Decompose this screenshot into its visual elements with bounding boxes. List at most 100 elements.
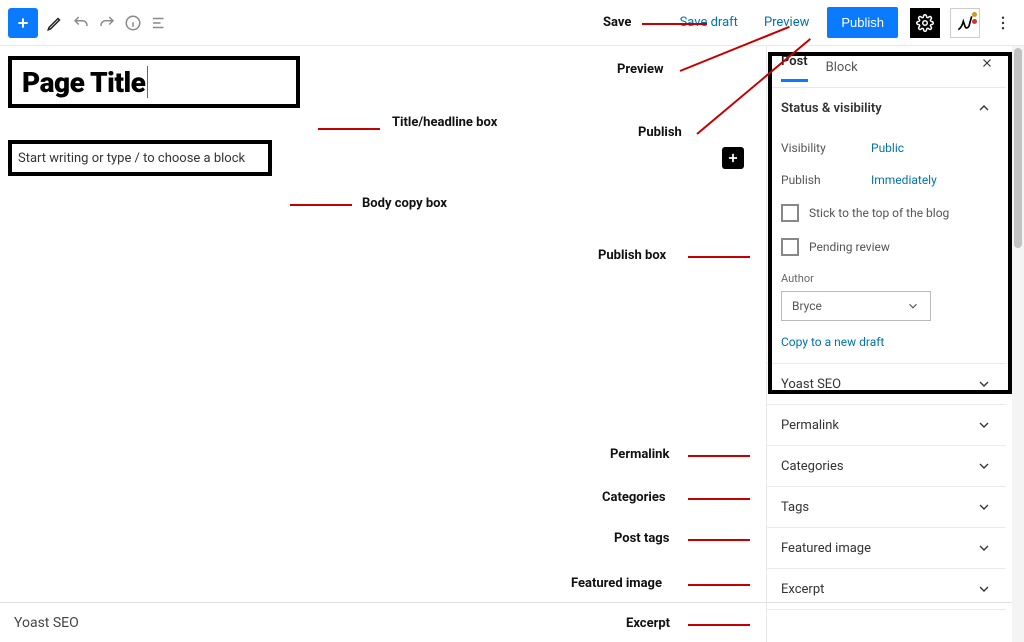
close-icon: [980, 56, 994, 70]
panel-featured-image: Featured image: [767, 528, 1006, 569]
panel-head-yoast[interactable]: Yoast SEO: [767, 364, 1006, 404]
tab-post[interactable]: Post: [781, 52, 808, 82]
annotation-preview: Preview: [617, 62, 664, 77]
panel-title: Categories: [781, 459, 844, 474]
tab-block[interactable]: Block: [826, 58, 858, 75]
insert-block-inline-button[interactable]: [722, 147, 744, 169]
sticky-checkbox[interactable]: [781, 204, 799, 222]
panel-title: Status & visibility: [781, 101, 882, 116]
copy-new-draft-link[interactable]: Copy to a new draft: [781, 335, 884, 349]
chevron-down-icon: [976, 540, 992, 556]
panel-head-categories[interactable]: Categories: [767, 446, 1006, 486]
annotation-line: [688, 455, 750, 457]
pending-checkbox[interactable]: [781, 238, 799, 256]
body-copy-input[interactable]: Start writing or type / to choose a bloc…: [8, 140, 272, 176]
info-button[interactable]: [124, 14, 142, 32]
author-label: Author: [781, 272, 992, 285]
scrollbar-thumb[interactable]: [1014, 48, 1022, 248]
settings-sidebar: Post Block Status & visibility Visibilit…: [766, 46, 1006, 642]
chevron-down-icon: [906, 299, 920, 313]
undo-icon: [72, 14, 90, 32]
info-icon: [124, 14, 142, 32]
sidebar-tabs: Post Block: [767, 46, 1006, 88]
publish-value[interactable]: Immediately: [871, 173, 937, 187]
author-select[interactable]: Bryce: [781, 291, 931, 321]
row-visibility: Visibility Public: [781, 132, 992, 164]
annotation-publish: Publish: [638, 125, 682, 140]
annotation-line: [688, 256, 750, 258]
body-placeholder-text: Start writing or type / to choose a bloc…: [18, 151, 245, 166]
edit-mode-button[interactable]: [46, 14, 64, 32]
undo-button[interactable]: [72, 14, 90, 32]
yoast-button[interactable]: [950, 8, 980, 38]
more-menu-button[interactable]: [990, 10, 1016, 36]
panel-status-visibility: Status & visibility Visibility Public Pu…: [767, 88, 1006, 364]
visibility-value[interactable]: Public: [871, 141, 904, 155]
row-publish: Publish Immediately: [781, 164, 992, 196]
panel-title: Featured image: [781, 541, 871, 556]
plus-icon: [15, 15, 31, 31]
annotation-categories: Categories: [602, 490, 666, 505]
toolbar-left: [8, 8, 168, 38]
panel-title: Yoast SEO: [781, 377, 841, 392]
redo-button[interactable]: [98, 14, 116, 32]
ellipsis-vertical-icon: [994, 14, 1012, 32]
panel-title: Permalink: [781, 418, 839, 433]
chevron-down-icon: [976, 581, 992, 597]
bottom-status-bar: Yoast SEO: [0, 602, 1012, 642]
author-value: Bryce: [792, 299, 822, 313]
panel-head-featured[interactable]: Featured image: [767, 528, 1006, 568]
scrollbar-track[interactable]: [1012, 46, 1024, 642]
chevron-up-icon: [976, 100, 992, 116]
annotation-save: Save: [603, 15, 631, 30]
list-icon: [150, 14, 168, 32]
toolbar-right: Save draft Preview Publish: [672, 7, 1016, 38]
chevron-down-icon: [976, 458, 992, 474]
panel-title: Tags: [781, 500, 809, 515]
yoast-indicator-icon: [972, 12, 977, 24]
annotation-line: [318, 128, 380, 130]
annotation-permalink: Permalink: [610, 447, 669, 462]
pending-label: Pending review: [809, 240, 890, 254]
publish-label: Publish: [781, 173, 871, 187]
chevron-down-icon: [976, 417, 992, 433]
gear-icon: [916, 14, 934, 32]
text-caret: [147, 66, 148, 98]
panel-yoast: Yoast SEO: [767, 364, 1006, 405]
pencil-icon: [46, 14, 64, 32]
annotation-body-box: Body copy box: [362, 196, 447, 211]
settings-button[interactable]: [910, 8, 940, 38]
panel-head-permalink[interactable]: Permalink: [767, 405, 1006, 445]
annotation-excerpt: Excerpt: [626, 616, 670, 631]
visibility-label: Visibility: [781, 141, 871, 155]
panel-tags: Tags: [767, 487, 1006, 528]
top-toolbar: Save draft Preview Publish: [0, 0, 1024, 46]
annotation-publish-box: Publish box: [598, 248, 666, 263]
panel-head-status[interactable]: Status & visibility: [767, 88, 1006, 128]
panel-permalink: Permalink: [767, 405, 1006, 446]
annotation-title-box: Title/headline box: [392, 115, 512, 132]
plus-icon: [726, 151, 740, 165]
sticky-label: Stick to the top of the blog: [809, 206, 949, 220]
panel-title: Excerpt: [781, 582, 824, 597]
outline-button[interactable]: [150, 14, 168, 32]
annotation-tags: Post tags: [614, 531, 669, 546]
panel-head-tags[interactable]: Tags: [767, 487, 1006, 527]
status-bar-label: Yoast SEO: [14, 615, 79, 631]
close-sidebar-button[interactable]: [980, 56, 994, 70]
preview-button[interactable]: Preview: [756, 9, 817, 36]
add-block-button[interactable]: [8, 8, 38, 38]
panel-body-status: Visibility Public Publish Immediately St…: [767, 128, 1006, 363]
annotation-line: [290, 204, 352, 206]
page-title-text: Page Title: [22, 66, 145, 99]
row-pending: Pending review: [781, 230, 992, 264]
annotation-featured: Featured image: [571, 576, 662, 591]
chevron-down-icon: [976, 376, 992, 392]
annotation-line: [688, 539, 750, 541]
publish-button[interactable]: Publish: [827, 7, 898, 38]
chevron-down-icon: [976, 499, 992, 515]
annotation-line: [688, 624, 750, 626]
annotation-line: [642, 23, 707, 25]
page-title-input[interactable]: Page Title: [8, 56, 300, 108]
annotation-line: [688, 498, 750, 500]
